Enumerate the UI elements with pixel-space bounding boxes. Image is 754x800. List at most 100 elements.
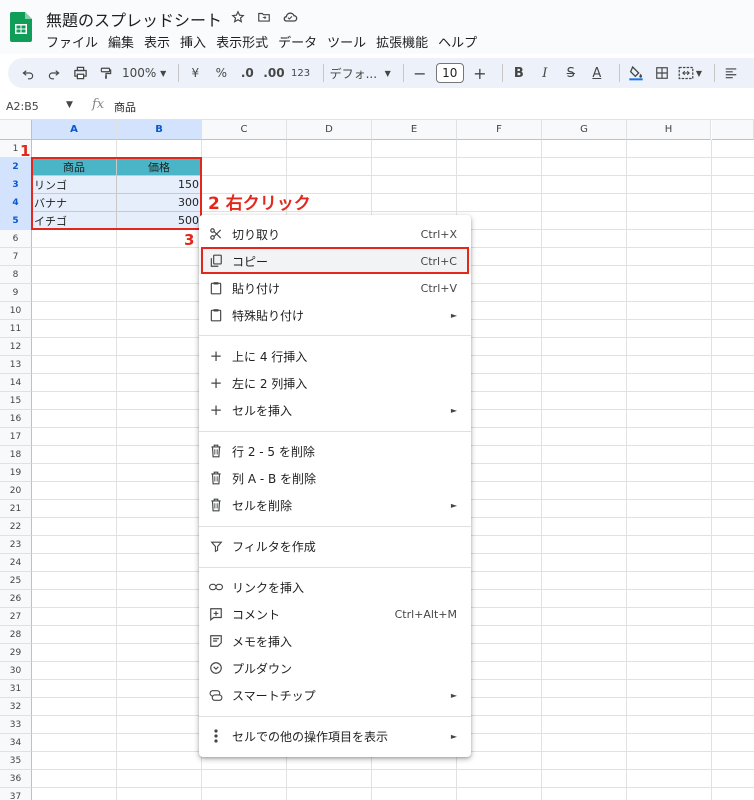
row-header-35[interactable]: 35 — [0, 752, 32, 770]
move-folder-icon[interactable] — [256, 9, 272, 25]
row-header-29[interactable]: 29 — [0, 644, 32, 662]
chevron-down-icon[interactable]: ▼ — [66, 100, 73, 110]
print-icon[interactable] — [70, 62, 90, 84]
row-header-30[interactable]: 30 — [0, 662, 32, 680]
menu-item-paste-special[interactable]: 特殊貼り付け ► — [199, 302, 471, 328]
italic-icon[interactable]: I — [535, 62, 555, 84]
name-box[interactable]: A2:B5 — [6, 100, 39, 113]
fill-color-icon[interactable] — [626, 62, 646, 84]
row-header-17[interactable]: 17 — [0, 428, 32, 446]
row-header-18[interactable]: 18 — [0, 446, 32, 464]
row-header-6[interactable]: 6 — [0, 230, 32, 248]
select-all-corner[interactable] — [0, 120, 32, 140]
horizontal-align-icon[interactable] — [721, 62, 741, 84]
menu-format[interactable]: 表示形式 — [216, 32, 274, 51]
menu-item-insert-rows-above[interactable]: + 上に 4 行挿入 — [199, 343, 471, 369]
paint-format-icon[interactable] — [96, 62, 116, 84]
row-header-34[interactable]: 34 — [0, 734, 32, 752]
star-icon[interactable] — [230, 9, 246, 25]
increase-decimal-button[interactable]: .00 — [263, 62, 284, 84]
row-header-9[interactable]: 9 — [0, 284, 32, 302]
menu-item-insert-link[interactable]: リンクを挿入 — [199, 574, 471, 600]
cloud-status-icon[interactable] — [282, 9, 298, 25]
menu-item-smart-chips[interactable]: スマートチップ ► — [199, 682, 471, 708]
column-header-overflow[interactable] — [712, 120, 754, 140]
row-header-16[interactable]: 16 — [0, 410, 32, 428]
decrease-decimal-button[interactable]: .0 — [237, 62, 257, 84]
borders-icon[interactable] — [652, 62, 672, 84]
font-family-select[interactable]: デフォ... ▼ — [330, 62, 391, 84]
menu-item-delete-cells[interactable]: セルを削除 ► — [199, 492, 471, 518]
menu-item-delete-cols[interactable]: 列 A - B を削除 — [199, 465, 471, 491]
row-header-4[interactable]: 4 — [0, 194, 32, 212]
row-header-7[interactable]: 7 — [0, 248, 32, 266]
row-header-15[interactable]: 15 — [0, 392, 32, 410]
row-header-8[interactable]: 8 — [0, 266, 32, 284]
undo-icon[interactable] — [18, 62, 38, 84]
column-header-c[interactable]: C — [202, 120, 287, 140]
row-header-23[interactable]: 23 — [0, 536, 32, 554]
menu-extensions[interactable]: 拡張機能 — [376, 32, 434, 51]
sheets-logo-icon[interactable] — [10, 12, 32, 42]
row-header-13[interactable]: 13 — [0, 356, 32, 374]
row-header-27[interactable]: 27 — [0, 608, 32, 626]
row-header-5[interactable]: 5 — [0, 212, 32, 230]
strikethrough-icon[interactable]: S — [561, 62, 581, 84]
row-header-26[interactable]: 26 — [0, 590, 32, 608]
menu-view[interactable]: 表示 — [144, 32, 176, 51]
menu-insert[interactable]: 挿入 — [180, 32, 212, 51]
row-header-20[interactable]: 20 — [0, 482, 32, 500]
row-header-19[interactable]: 19 — [0, 464, 32, 482]
menu-item-delete-rows[interactable]: 行 2 - 5 を削除 — [199, 438, 471, 464]
menu-item-comment[interactable]: コメント Ctrl+Alt+M — [199, 601, 471, 627]
row-header-11[interactable]: 11 — [0, 320, 32, 338]
menu-item-insert-note[interactable]: メモを挿入 — [199, 628, 471, 654]
menu-item-paste[interactable]: 貼り付け Ctrl+V — [199, 275, 471, 301]
document-title[interactable]: 無題のスプレッドシート — [46, 7, 222, 31]
menu-item-cut[interactable]: 切り取り Ctrl+X — [199, 221, 471, 247]
menu-help[interactable]: ヘルプ — [438, 32, 483, 51]
row-header-33[interactable]: 33 — [0, 716, 32, 734]
column-header-e[interactable]: E — [372, 120, 457, 140]
column-header-a[interactable]: A — [32, 120, 117, 140]
menu-item-insert-cells[interactable]: + セルを挿入 ► — [199, 397, 471, 423]
row-header-37[interactable]: 37 — [0, 788, 32, 800]
row-header-22[interactable]: 22 — [0, 518, 32, 536]
row-header-28[interactable]: 28 — [0, 626, 32, 644]
row-header-21[interactable]: 21 — [0, 500, 32, 518]
row-header-25[interactable]: 25 — [0, 572, 32, 590]
menu-item-dropdown[interactable]: プルダウン — [199, 655, 471, 681]
font-size-input[interactable]: 10 — [435, 63, 464, 83]
menu-item-insert-cols-left[interactable]: + 左に 2 列挿入 — [199, 370, 471, 396]
row-header-32[interactable]: 32 — [0, 698, 32, 716]
increase-font-size-icon[interactable]: + — [470, 62, 490, 84]
row-header-31[interactable]: 31 — [0, 680, 32, 698]
menu-file[interactable]: ファイル — [46, 32, 104, 51]
menu-item-create-filter[interactable]: フィルタを作成 — [199, 533, 471, 559]
column-header-h[interactable]: H — [627, 120, 711, 140]
zoom-select[interactable]: 100% ▼ — [122, 62, 166, 84]
column-header-g[interactable]: G — [542, 120, 627, 140]
menu-data[interactable]: データ — [278, 32, 323, 51]
column-header-d[interactable]: D — [287, 120, 372, 140]
column-header-f[interactable]: F — [457, 120, 542, 140]
redo-icon[interactable] — [44, 62, 64, 84]
row-header-14[interactable]: 14 — [0, 374, 32, 392]
menu-edit[interactable]: 編集 — [108, 32, 140, 51]
decrease-font-size-icon[interactable]: − — [410, 62, 430, 84]
column-header-b[interactable]: B — [117, 120, 202, 140]
row-header-2[interactable]: 2 — [0, 158, 32, 176]
row-header-10[interactable]: 10 — [0, 302, 32, 320]
bold-icon[interactable]: B — [509, 62, 529, 84]
currency-format-button[interactable]: ¥ — [185, 62, 205, 84]
row-header-3[interactable]: 3 — [0, 176, 32, 194]
more-formats-button[interactable]: 123 — [291, 62, 311, 84]
menu-item-more-actions[interactable]: セルでの他の操作項目を表示 ► — [199, 723, 471, 749]
text-color-icon[interactable]: A — [587, 62, 607, 84]
formula-input[interactable]: 商品 — [114, 99, 136, 115]
row-header-24[interactable]: 24 — [0, 554, 32, 572]
merge-cells-icon[interactable]: ▼ — [678, 62, 702, 84]
row-header-12[interactable]: 12 — [0, 338, 32, 356]
menu-tools[interactable]: ツール — [327, 32, 372, 51]
percent-format-button[interactable]: % — [211, 62, 231, 84]
